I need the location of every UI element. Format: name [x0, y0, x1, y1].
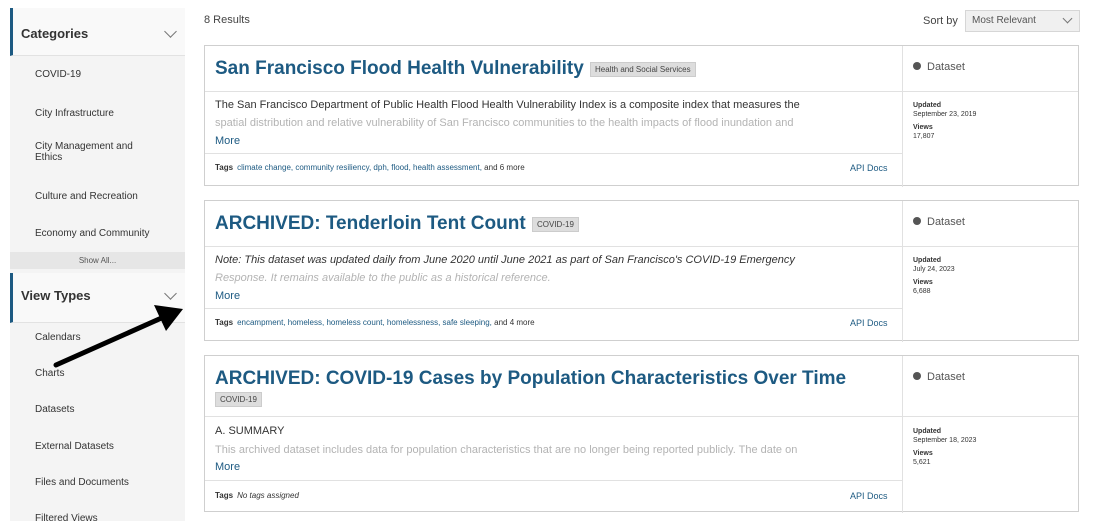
tags-label: Tags	[215, 163, 234, 172]
updated-label: Updated	[913, 428, 941, 435]
dataset-icon	[913, 217, 921, 225]
dataset-type: Dataset	[913, 61, 965, 73]
chevron-down-icon	[1062, 13, 1073, 24]
dataset-type: Dataset	[913, 371, 965, 383]
tags-row: Tags climate change, community resiliency…	[215, 163, 525, 172]
view-types-header[interactable]: View Types	[10, 273, 185, 323]
view-types-title: View Types	[21, 288, 91, 303]
updated-label: Updated	[913, 257, 941, 264]
tags-more[interactable]: and 4 more	[494, 318, 534, 327]
api-docs-link[interactable]: API Docs	[850, 318, 888, 328]
category-item[interactable]: COVID-19	[35, 69, 175, 80]
sort-select[interactable]: Most Relevant	[965, 10, 1080, 32]
result-card: ARCHIVED: COVID-19 Cases by Population C…	[204, 355, 1079, 513]
result-title-link[interactable]: ARCHIVED: COVID-19 Cases by Population C…	[215, 368, 846, 390]
description-line: The San Francisco Department of Public H…	[215, 99, 800, 111]
categories-title: Categories	[21, 26, 89, 41]
more-link[interactable]: More	[215, 290, 240, 302]
category-item[interactable]: City Infrastructure	[35, 108, 175, 119]
dataset-type: Dataset	[913, 216, 965, 228]
divider	[903, 246, 1078, 247]
results-count: 8 Results	[204, 14, 250, 26]
more-link[interactable]: More	[215, 135, 240, 147]
view-type-item[interactable]: Filtered Views	[35, 513, 175, 524]
categories-header[interactable]: Categories	[10, 8, 185, 56]
chevron-down-icon[interactable]	[164, 287, 177, 300]
show-all-button[interactable]: Show All...	[10, 252, 185, 269]
tags-row: Tags No tags assigned	[215, 491, 299, 500]
no-tags-text: No tags assigned	[237, 491, 299, 500]
views-count: 17,807	[913, 133, 935, 140]
more-link[interactable]: More	[215, 461, 240, 473]
views-count: 5,621	[913, 459, 931, 466]
result-title-link[interactable]: ARCHIVED: Tenderloin Tent Count	[215, 213, 526, 235]
view-type-item[interactable]: Datasets	[35, 404, 175, 415]
updated-date: July 24, 2023	[913, 266, 955, 273]
divider	[902, 356, 903, 513]
result-card: San Francisco Flood Health Vulnerability…	[204, 45, 1079, 187]
views-label: Views	[913, 124, 933, 131]
category-badge[interactable]: COVID-19	[215, 392, 262, 407]
card-meta: Updated September 23, 2019 Views 17,807	[913, 101, 976, 141]
divider	[205, 308, 902, 309]
view-type-item[interactable]: Charts	[35, 368, 175, 379]
api-docs-link[interactable]: API Docs	[850, 163, 888, 173]
description-line: spatial distribution and relative vulner…	[215, 117, 794, 129]
result-card: ARCHIVED: Tenderloin Tent Count COVID-19…	[204, 200, 1079, 342]
sidebar: Categories COVID-19 City Infrastructure …	[10, 8, 185, 524]
category-badge[interactable]: COVID-19	[532, 217, 579, 232]
dataset-type-label: Dataset	[927, 371, 965, 383]
dataset-type-label: Dataset	[927, 61, 965, 73]
category-item[interactable]: City Management and Ethics	[35, 141, 145, 163]
divider	[205, 91, 902, 92]
category-badge[interactable]: Health and Social Services	[590, 62, 696, 77]
description-line: This archived dataset includes data for …	[215, 444, 798, 456]
description-line: Note: This dataset was updated daily fro…	[215, 254, 795, 266]
tags-label: Tags	[215, 318, 234, 327]
updated-date: September 23, 2019	[913, 111, 977, 118]
sort-value: Most Relevant	[972, 15, 1036, 26]
divider	[205, 416, 902, 417]
tag-links[interactable]: encampment, homeless, homeless count, ho…	[237, 318, 492, 327]
tag-links[interactable]: climate change, community resiliency, dp…	[237, 163, 482, 172]
tags-more[interactable]: and 6 more	[484, 163, 524, 172]
updated-date: September 18, 2023	[913, 437, 977, 444]
views-label: Views	[913, 279, 933, 286]
chevron-down-icon[interactable]	[164, 25, 177, 38]
views-count: 6,688	[913, 288, 931, 295]
category-item[interactable]: Culture and Recreation	[35, 191, 175, 202]
updated-label: Updated	[913, 102, 941, 109]
views-label: Views	[913, 450, 933, 457]
divider	[903, 416, 1078, 417]
result-title-link[interactable]: San Francisco Flood Health Vulnerability	[215, 58, 584, 80]
divider	[902, 201, 903, 342]
tags-row: Tags encampment, homeless, homeless count…	[215, 318, 535, 327]
dataset-icon	[913, 372, 921, 380]
view-type-item[interactable]: Files and Documents	[35, 477, 175, 488]
divider	[205, 480, 902, 481]
card-meta: Updated September 18, 2023 Views 5,621	[913, 427, 976, 467]
dataset-icon	[913, 62, 921, 70]
divider	[205, 153, 902, 154]
view-type-item[interactable]: External Datasets	[35, 441, 175, 452]
tags-label: Tags	[215, 491, 234, 500]
divider	[902, 46, 903, 187]
description-line: A. SUMMARY	[215, 425, 285, 437]
description-line: Response. It remains available to the pu…	[215, 272, 551, 284]
sort-label: Sort by	[923, 15, 958, 27]
view-type-item[interactable]: Calendars	[35, 332, 175, 343]
card-meta: Updated July 24, 2023 Views 6,688	[913, 256, 955, 296]
divider	[903, 91, 1078, 92]
divider	[205, 246, 902, 247]
dataset-type-label: Dataset	[927, 216, 965, 228]
category-item[interactable]: Economy and Community	[35, 228, 175, 239]
api-docs-link[interactable]: API Docs	[850, 491, 888, 501]
